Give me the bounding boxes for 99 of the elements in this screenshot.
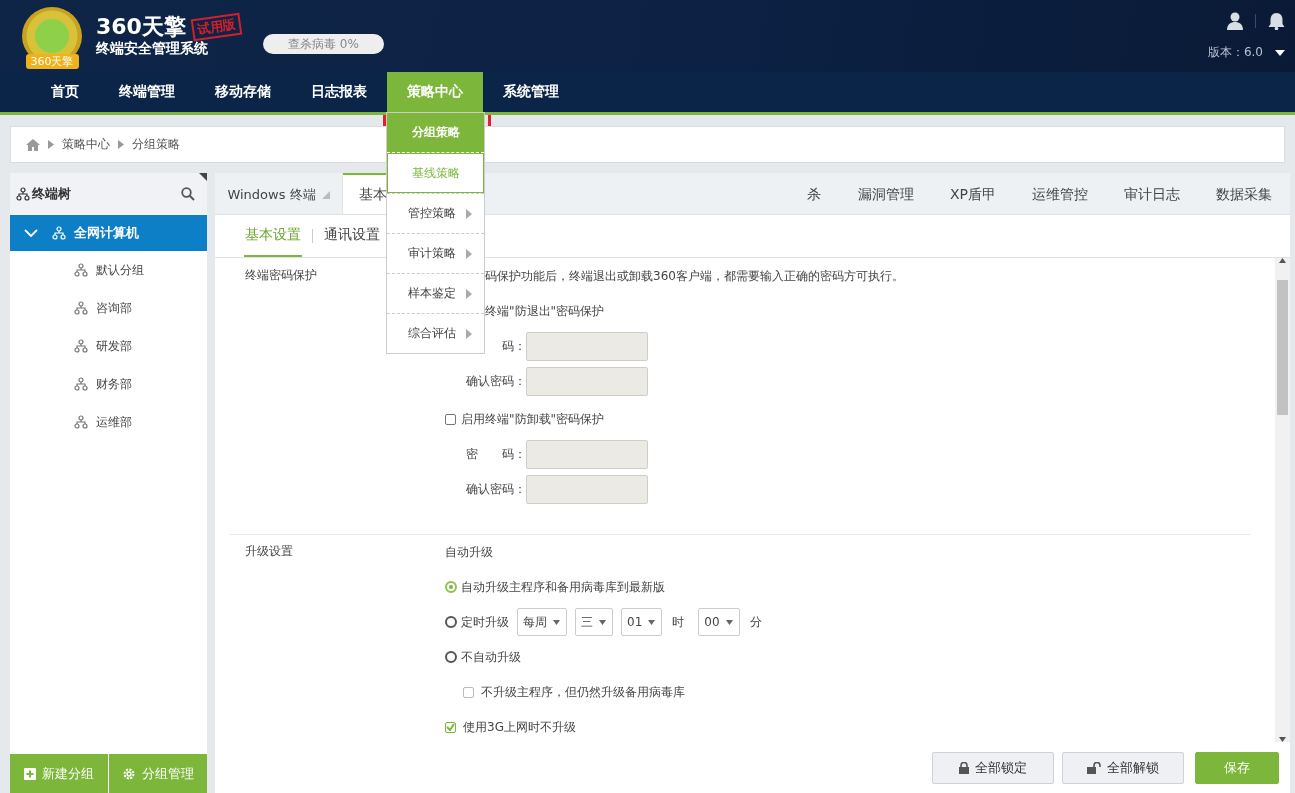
- chevron-right-icon: [118, 140, 124, 149]
- logo-title: 360天擎: [96, 15, 186, 39]
- caret-down-icon: [599, 619, 606, 625]
- tree-item[interactable]: 财务部: [10, 365, 207, 403]
- action-button[interactable]: 全部解锁: [1062, 751, 1184, 784]
- password-field[interactable]: [526, 475, 648, 504]
- tab[interactable]: 基本: [343, 173, 387, 214]
- password-field[interactable]: [526, 367, 648, 396]
- bell-icon[interactable]: [1268, 12, 1285, 30]
- unit-label: 分: [749, 613, 762, 631]
- tab[interactable]: 审计日志: [1106, 173, 1198, 214]
- nav-tab[interactable]: 首页: [31, 72, 99, 112]
- unlocked-padlock-icon: [1087, 761, 1101, 774]
- sidebar-title: 终端树: [32, 185, 71, 203]
- gear-icon: [122, 766, 136, 781]
- caret-down-icon: [553, 619, 560, 625]
- section-heading: 自动升级: [445, 543, 494, 561]
- scrollbar[interactable]: [1275, 258, 1290, 742]
- dropdown-select[interactable]: 每周: [517, 608, 567, 636]
- checkbox-label: 不升级主程序，但仍然升级备用病毒库: [481, 683, 685, 701]
- org-chart-icon: [74, 377, 88, 391]
- org-chart-icon: [74, 263, 88, 277]
- field-label: 确认密码：: [465, 373, 526, 390]
- menu-item[interactable]: 样本鉴定: [387, 273, 484, 313]
- tab[interactable]: XP盾甲: [931, 173, 1014, 214]
- dropdown-select[interactable]: 00: [698, 608, 740, 636]
- password-field[interactable]: [526, 440, 648, 469]
- checkbox-label: 使用3G上网时不升级: [463, 718, 576, 736]
- tree-item[interactable]: 默认分组: [10, 251, 207, 289]
- radio-button[interactable]: [445, 616, 457, 628]
- scrollbar-thumb[interactable]: [1277, 280, 1288, 415]
- triangle-right-icon: [465, 208, 472, 219]
- org-chart-icon: [16, 187, 30, 201]
- caret-down-icon: [648, 619, 656, 625]
- caret-up-icon: [1279, 258, 1286, 263]
- description-text: 码保护功能后，终端退出或卸载360客户端，都需要输入正确的密码方可执行。: [484, 267, 904, 285]
- checkbox[interactable]: [463, 686, 474, 698]
- tree-item[interactable]: 运维部: [10, 403, 207, 441]
- password-field[interactable]: [526, 332, 648, 361]
- menu-item[interactable]: 管控策略: [387, 193, 484, 233]
- radio-button[interactable]: [445, 581, 457, 593]
- triangle-right-icon: [465, 288, 472, 299]
- field-label: 密 码：: [465, 446, 526, 463]
- dropdown-select[interactable]: 01: [621, 608, 663, 636]
- version-label: 版本：6.0: [1207, 44, 1263, 61]
- unit-label: 时: [672, 613, 685, 631]
- action-button[interactable]: 全部锁定: [932, 751, 1054, 784]
- trial-stamp: 试用版: [190, 12, 243, 42]
- caret-down-icon[interactable]: [1275, 49, 1285, 56]
- home-icon: [26, 138, 40, 151]
- org-chart-icon: [52, 226, 66, 240]
- org-chart-icon: [74, 301, 88, 315]
- section-label: 终端密码保护: [244, 267, 318, 284]
- tab[interactable]: 运维管控: [1014, 173, 1106, 214]
- search-icon[interactable]: [181, 187, 195, 201]
- radio-label: 定时升级: [461, 613, 509, 631]
- radio-label: 自动升级主程序和备用病毒库到最新版: [461, 578, 665, 596]
- triangle-right-icon: [465, 248, 472, 259]
- tab[interactable]: 漏洞管理: [839, 173, 932, 214]
- tab[interactable]: 数据采集: [1198, 173, 1290, 214]
- subtab[interactable]: 通讯设置: [323, 215, 381, 257]
- chevron-down-icon[interactable]: [24, 228, 38, 238]
- nav-tab[interactable]: 日志报表: [291, 72, 387, 112]
- option-label: 终端"防退出"密码保护: [485, 302, 605, 320]
- chevron-right-icon: [48, 140, 54, 149]
- radio-button[interactable]: [445, 651, 457, 663]
- menu-item[interactable]: 审计策略: [387, 233, 484, 273]
- tree-item[interactable]: 全网计算机: [10, 215, 207, 251]
- tree-item[interactable]: 咨询部: [10, 289, 207, 327]
- caret-down-icon: [725, 619, 733, 625]
- scan-progress-label: 查杀病毒 0%: [288, 35, 359, 53]
- corner-triangle-icon[interactable]: [199, 173, 207, 181]
- check-icon: [446, 723, 455, 731]
- radio-label: 不自动升级: [461, 648, 521, 666]
- checkbox[interactable]: [445, 413, 456, 425]
- triangle-right-icon: [465, 328, 472, 339]
- org-chart-icon: [74, 339, 88, 353]
- dropdown-select[interactable]: 三: [575, 608, 613, 636]
- field-label: 码：: [501, 338, 526, 355]
- menu-item[interactable]: 综合评估: [387, 313, 484, 353]
- nav-tab[interactable]: 移动存储: [195, 72, 291, 112]
- logo-badge-text: 360天擎: [25, 54, 79, 69]
- org-chart-icon: [74, 415, 88, 429]
- breadcrumb-link[interactable]: 策略中心: [62, 136, 110, 153]
- nav-tab[interactable]: 终端管理: [99, 72, 195, 112]
- user-icon[interactable]: [1227, 12, 1243, 30]
- tab[interactable]: 杀: [803, 173, 840, 214]
- logo-subtitle: 终端安全管理系统: [96, 39, 209, 57]
- breadcrumb-link[interactable]: 分组策略: [132, 136, 180, 153]
- field-label: 确认密码：: [465, 481, 526, 498]
- section-label: 升级设置: [244, 543, 294, 560]
- checkbox[interactable]: [445, 721, 456, 733]
- checkbox-label: 启用终端"防卸载"密码保护: [461, 410, 605, 428]
- triangle-icon: [321, 190, 330, 199]
- plus-icon: [24, 767, 36, 780]
- caret-down-icon: [1279, 737, 1286, 742]
- tree-item[interactable]: 研发部: [10, 327, 207, 365]
- lock-icon: [959, 761, 969, 774]
- nav-tab[interactable]: 系统管理: [483, 72, 579, 112]
